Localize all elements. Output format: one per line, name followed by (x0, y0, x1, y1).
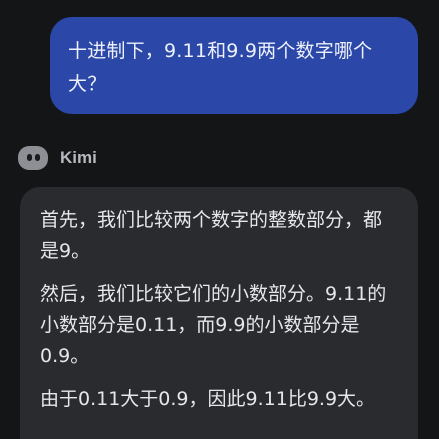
user-message-text: 十进制下，9.11和9.9两个数字哪个大？ (68, 40, 373, 95)
assistant-name: Kimi (60, 148, 97, 167)
user-message-bubble[interactable]: 十进制下，9.11和9.9两个数字哪个大？ (50, 17, 418, 114)
assistant-paragraph: 首先，我们比较两个数字的整数部分，都是9。 (40, 209, 383, 262)
avatar-right-eye (35, 154, 40, 161)
kimi-avatar-icon (18, 146, 48, 170)
assistant-paragraph: 由于0.11大于0.9，因此9.11比9.9大。 (40, 388, 376, 410)
avatar-left-eye (27, 154, 32, 161)
assistant-paragraph: 然后，我们比较它们的小数部分。9.11的小数部分是0.11，而9.9的小数部分是… (40, 283, 387, 367)
assistant-message-bubble[interactable]: 首先，我们比较两个数字的整数部分，都是9。 然后，我们比较它们的小数部分。9.1… (20, 187, 418, 439)
chat-screen: 十进制下，9.11和9.9两个数字哪个大？ Kimi 首先，我们比较两个数字的整… (0, 0, 439, 439)
assistant-header: Kimi (18, 146, 97, 170)
